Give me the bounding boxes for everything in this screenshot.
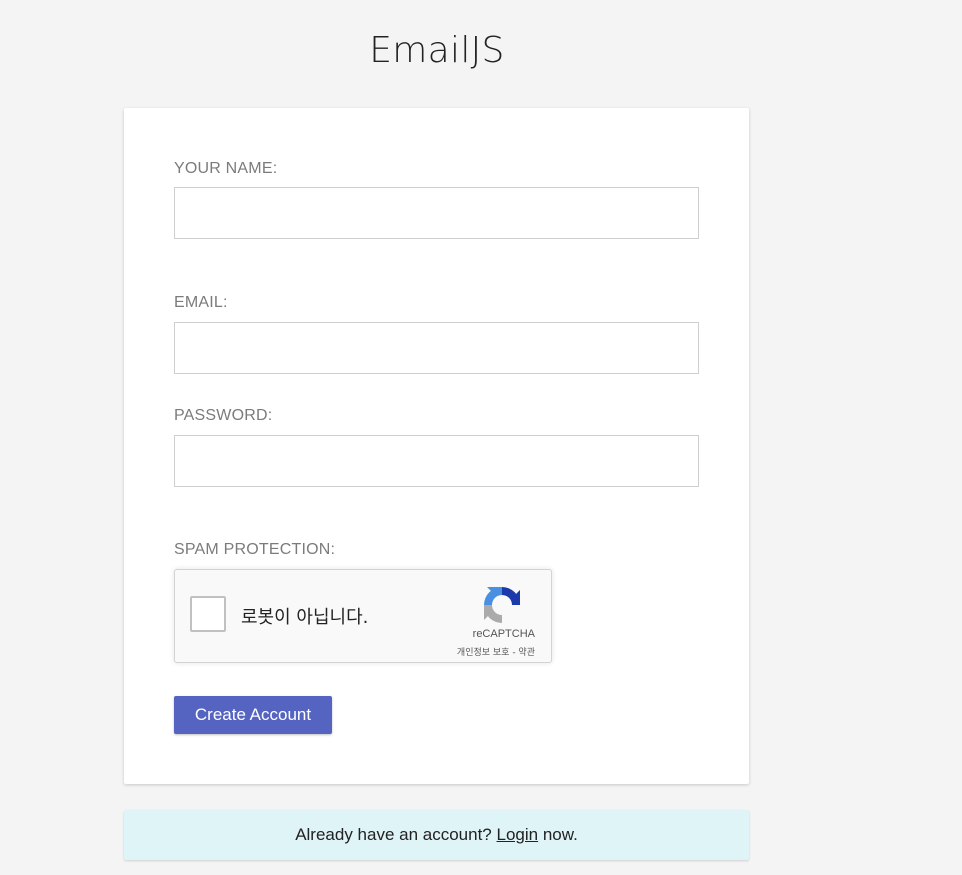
- name-label: YOUR NAME:: [174, 160, 278, 177]
- recaptcha-privacy-terms-links[interactable]: 개인정보 보호 - 약관: [457, 645, 535, 658]
- spam-protection-label: SPAM PROTECTION:: [174, 541, 336, 558]
- name-input[interactable]: [174, 187, 699, 239]
- login-link[interactable]: Login: [497, 825, 539, 844]
- password-input[interactable]: [174, 435, 699, 487]
- login-prompt: Already have an account? Login now.: [124, 810, 749, 860]
- create-account-button[interactable]: Create Account: [174, 696, 332, 734]
- recaptcha-checkbox[interactable]: [190, 596, 226, 632]
- signup-card: YOUR NAME: EMAIL: PASSWORD: SPAM PROTECT…: [124, 108, 749, 784]
- recaptcha-logo-icon: [484, 587, 520, 623]
- login-prompt-prefix: Already have an account?: [295, 825, 497, 844]
- email-input[interactable]: [174, 322, 699, 374]
- password-label: PASSWORD:: [174, 407, 273, 424]
- recaptcha-checkbox-label: 로봇이 아닙니다.: [241, 607, 369, 628]
- login-prompt-suffix: now.: [538, 825, 578, 844]
- recaptcha-widget: 로봇이 아닙니다. reCAPTCHA 개인정보 보호 - 약관: [174, 569, 552, 663]
- recaptcha-brand: reCAPTCHA: [472, 628, 535, 640]
- page-title: EmailJS: [369, 30, 505, 71]
- email-label: EMAIL:: [174, 294, 228, 311]
